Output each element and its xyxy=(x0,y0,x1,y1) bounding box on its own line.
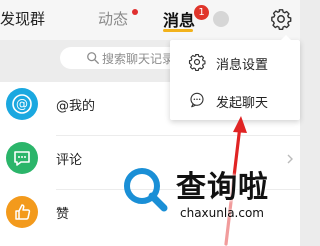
active-tab-indicator xyxy=(163,29,193,32)
list-item-label: 评论 xyxy=(56,153,83,168)
menu-item-label: 发起聊天 xyxy=(216,96,269,111)
dynamic-notification-dot xyxy=(132,9,138,15)
menu-item-start-chat[interactable]: 发起聊天 xyxy=(170,82,300,118)
list-item-label: 赞 xyxy=(56,207,70,222)
tab-dynamic[interactable]: 动态 xyxy=(98,8,128,29)
chat-bubble-icon xyxy=(190,92,204,108)
top-bar: 发现群 动态 消息 1 xyxy=(0,0,300,40)
thumb-up-icon xyxy=(6,196,38,228)
magnifier-logo-icon xyxy=(124,168,168,212)
comment-icon xyxy=(6,142,38,174)
message-count-badge: 1 xyxy=(194,5,209,20)
tab-message[interactable]: 消息 xyxy=(163,7,195,31)
svg-text:@: @ xyxy=(16,97,28,111)
menu-item-message-settings[interactable]: 消息设置 xyxy=(170,44,300,80)
popup-caret xyxy=(280,35,292,41)
search-input[interactable]: 搜索聊天记录 xyxy=(102,50,174,67)
tab-extra-icon[interactable] xyxy=(213,11,229,27)
popup-menu: 消息设置 发起聊天 xyxy=(170,35,300,120)
watermark-url: chaxunla.com xyxy=(180,206,264,220)
watermark-text: 查询啦 xyxy=(176,170,269,205)
search-icon xyxy=(87,52,99,64)
gear-icon xyxy=(188,53,206,71)
menu-item-label: 消息设置 xyxy=(216,58,269,73)
watermark: 查询啦 chaxunla.com xyxy=(120,158,300,246)
list-item-label: @我的 xyxy=(56,99,96,114)
at-icon: @ xyxy=(6,88,38,120)
gear-icon[interactable] xyxy=(270,8,292,30)
tab-discover[interactable]: 发现群 xyxy=(0,8,45,29)
